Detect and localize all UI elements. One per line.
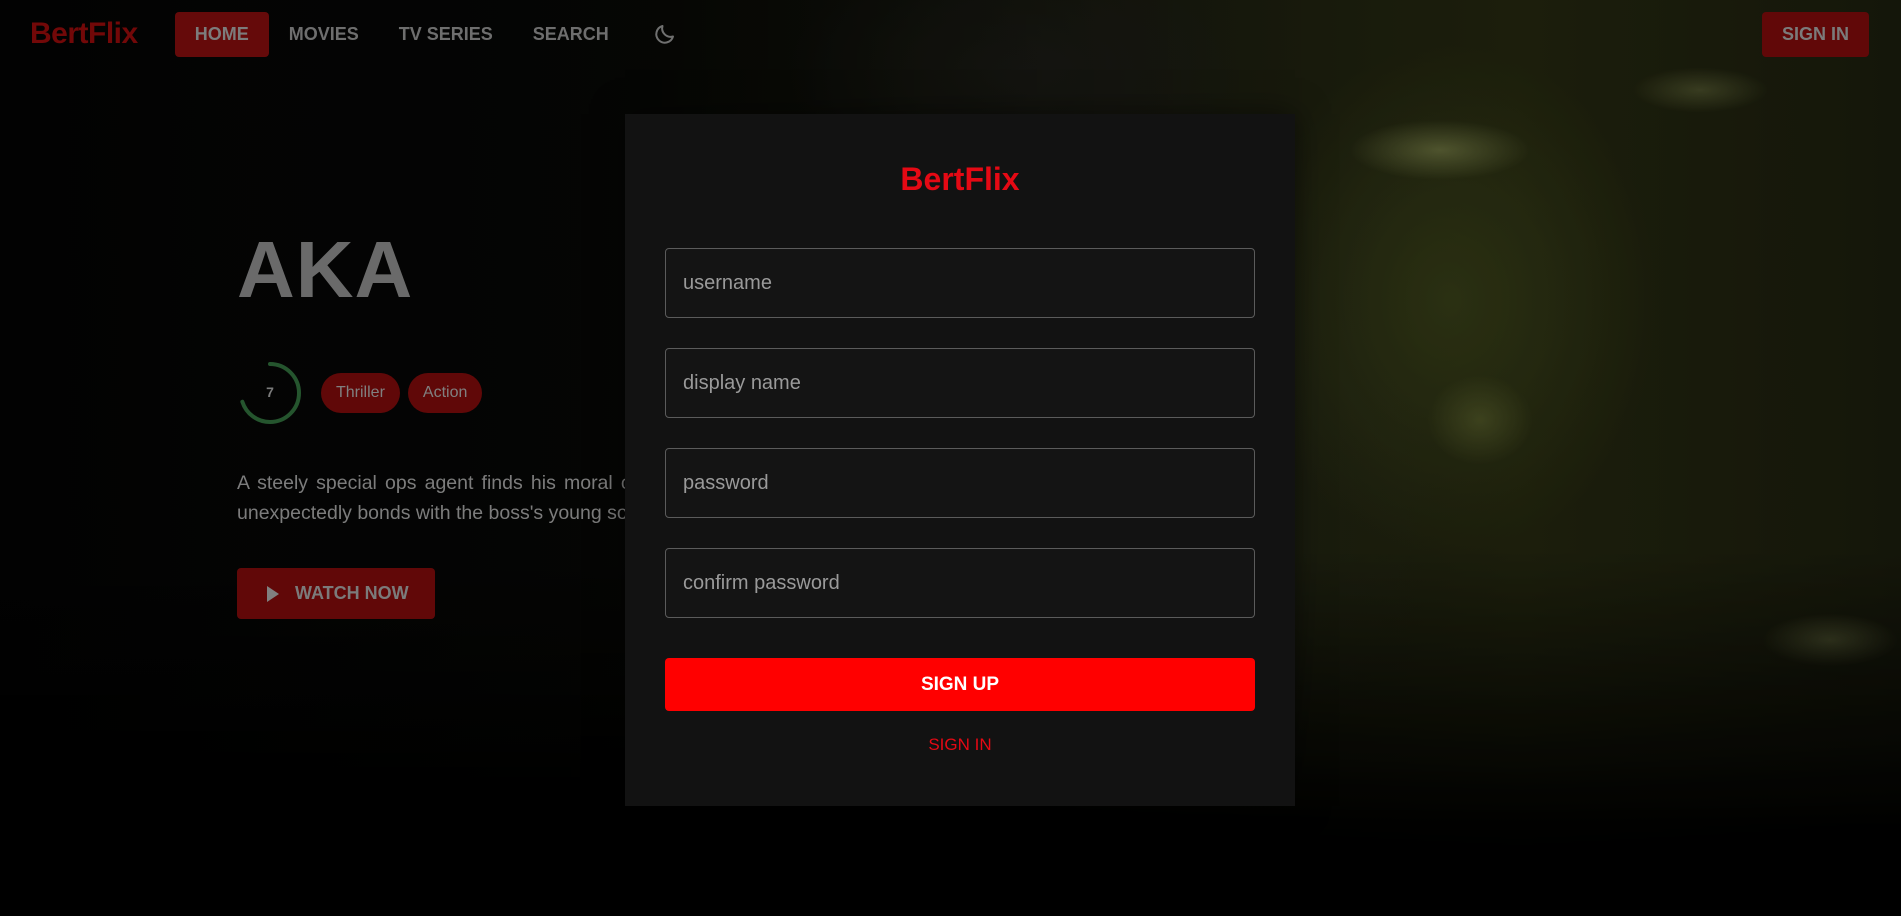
password-input[interactable] <box>665 448 1255 518</box>
modal-logo: BertFlix <box>900 161 1020 197</box>
display-name-input[interactable] <box>665 348 1255 418</box>
confirm-password-input[interactable] <box>665 548 1255 618</box>
username-input[interactable] <box>665 248 1255 318</box>
switch-to-sign-in-link[interactable]: SIGN IN <box>665 735 1255 755</box>
page: BertFlix HOME MOVIES TV SERIES SEARCH SI… <box>0 0 1901 916</box>
sign-up-button[interactable]: SIGN UP <box>665 658 1255 711</box>
signup-modal: BertFlix SIGN UP SIGN IN <box>625 114 1295 806</box>
